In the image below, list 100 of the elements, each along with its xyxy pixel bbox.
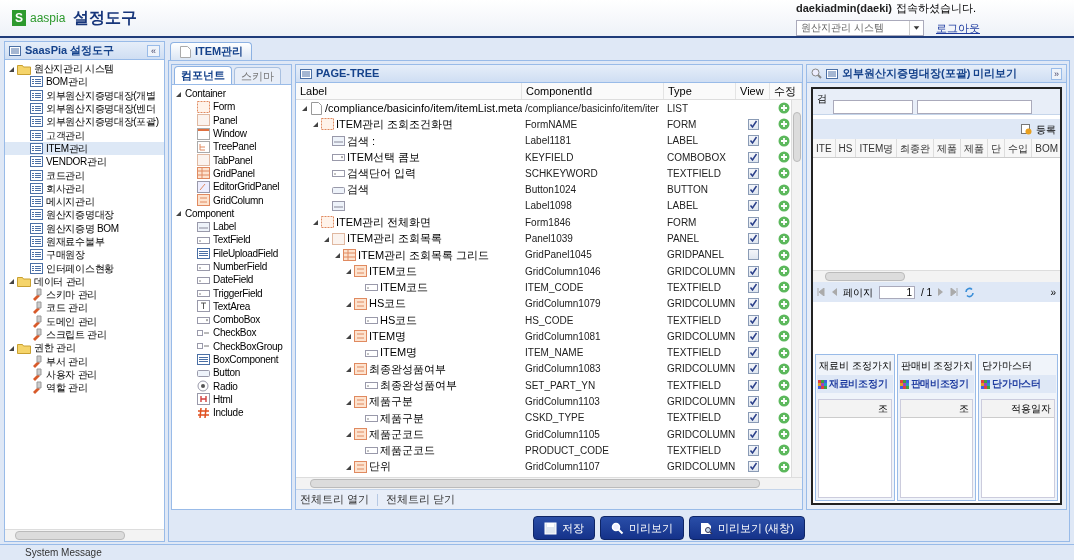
tree-node-label[interactable]: ITEM명: [369, 328, 407, 345]
tree-item[interactable]: TabPanel: [212, 153, 254, 167]
tree-item[interactable]: FileUploadField: [212, 246, 279, 260]
tree-node-label[interactable]: HS코드: [369, 295, 407, 312]
checkbox[interactable]: [747, 396, 759, 407]
tree-item[interactable]: 구매원장: [45, 248, 86, 262]
tree-item[interactable]: Radio: [212, 379, 239, 393]
column-header[interactable]: ITE: [813, 139, 836, 157]
checkbox[interactable]: [747, 347, 759, 359]
tree-item[interactable]: Panel: [212, 113, 239, 127]
tree-item[interactable]: GridPanel: [212, 166, 256, 180]
tree-item[interactable]: 원산지증명 BOM: [45, 221, 120, 235]
tree-item[interactable]: 스크립트 관리: [45, 328, 108, 342]
tree-node-label[interactable]: ITEM관리 전체화면: [336, 214, 432, 231]
tab[interactable]: ITEM관리: [170, 42, 253, 60]
horizontal-scrollbar[interactable]: [813, 270, 1060, 282]
action-button[interactable]: 미리보기: [599, 516, 684, 540]
tree-item[interactable]: Window: [212, 127, 248, 141]
expanded-arrow-icon[interactable]: [311, 218, 319, 227]
tree-item[interactable]: 원산지증명대장: [45, 208, 115, 222]
checkbox[interactable]: [747, 428, 759, 440]
checkbox[interactable]: [747, 314, 759, 326]
checkbox[interactable]: [747, 412, 759, 424]
tree-item[interactable]: NumberField: [212, 260, 268, 273]
tree-item[interactable]: 역할 관리: [45, 381, 89, 395]
tree-item[interactable]: BOM관리: [45, 75, 89, 89]
expanded-arrow-icon[interactable]: [300, 104, 308, 113]
column-header[interactable]: 수입: [1005, 139, 1033, 157]
tree-item[interactable]: Label: [212, 220, 237, 234]
more-label[interactable]: »: [1050, 284, 1056, 300]
expanded-arrow-icon[interactable]: [7, 277, 15, 286]
checkbox[interactable]: [747, 184, 759, 196]
checkbox[interactable]: [747, 249, 759, 261]
expanded-arrow-icon[interactable]: [344, 332, 352, 341]
tree-node-label[interactable]: 제품군코드: [369, 425, 424, 443]
tree-node-label[interactable]: /compliance/basicinfo/item/itemList.meta: [325, 100, 522, 117]
checkbox[interactable]: [747, 216, 759, 228]
expanded-arrow-icon[interactable]: [311, 120, 319, 129]
checkbox[interactable]: [747, 363, 759, 375]
tree-node-label[interactable]: ITEM관리 조회목록 그리드: [358, 246, 490, 264]
tree-item[interactable]: TextField: [212, 233, 252, 247]
tree-item[interactable]: 외부원산지증명대장(벤더: [45, 102, 157, 116]
column-header[interactable]: BOM: [1032, 139, 1060, 157]
tab[interactable]: 컴포넌트: [174, 66, 232, 84]
tree-item[interactable]: ComboBox: [212, 313, 262, 327]
vertical-scrollbar[interactable]: [791, 100, 802, 477]
tree-item[interactable]: 코드관리: [45, 168, 86, 182]
checkbox[interactable]: [747, 461, 759, 473]
checkbox[interactable]: [747, 135, 759, 147]
tree-item[interactable]: TreePanel: [212, 140, 258, 154]
checkbox[interactable]: [747, 379, 759, 391]
tree-item[interactable]: 회사관리: [45, 181, 86, 195]
column-header[interactable]: 제품: [934, 139, 962, 157]
tree-node-label[interactable]: 검색단어 입력: [347, 165, 417, 182]
sub-panel-button[interactable]: 단가마스터: [980, 375, 1056, 393]
tree-item[interactable]: Button: [212, 366, 242, 380]
checkbox[interactable]: [747, 151, 759, 163]
tree-item[interactable]: 부서 관리: [45, 354, 89, 368]
logout-link[interactable]: 로그아웃: [936, 19, 980, 36]
tree-item[interactable]: Html: [212, 392, 234, 406]
expanded-arrow-icon[interactable]: [344, 267, 352, 276]
search-input[interactable]: [917, 99, 1032, 114]
tree-item[interactable]: 외부원산지증명대장(개별: [45, 88, 157, 102]
tree-node-label[interactable]: 제품군코드: [380, 442, 435, 459]
tree-item[interactable]: 스키마 관리: [45, 288, 98, 302]
tree-node-label[interactable]: ITEM관리 조회조건화면: [336, 116, 454, 133]
sub-panel-button[interactable]: 재료비조정기: [817, 375, 893, 393]
checkbox[interactable]: [747, 330, 759, 342]
tree-item[interactable]: 사용자 관리: [45, 367, 98, 381]
expanded-arrow-icon[interactable]: [174, 209, 182, 218]
system-select[interactable]: 원산지관리 시스템: [796, 19, 924, 36]
column-header[interactable]: Type: [664, 83, 736, 99]
tree-item[interactable]: 권한 관리: [33, 341, 77, 355]
tree-node-label[interactable]: 제품구분: [380, 409, 424, 427]
tree-node-label[interactable]: HS코드: [380, 311, 418, 329]
checkbox[interactable]: [747, 167, 759, 179]
tree-action-link[interactable]: 전체트리 열기: [300, 491, 370, 508]
column-header[interactable]: ITEM명: [856, 139, 898, 157]
column-header[interactable]: 제품: [961, 139, 989, 157]
tree-node-label[interactable]: 검색 :: [347, 132, 376, 149]
tree-node-label[interactable]: ITEM코드: [369, 262, 418, 280]
column-header[interactable]: 조: [819, 400, 891, 418]
tree-item[interactable]: 도메인 관리: [45, 314, 98, 328]
tree-node-label[interactable]: 최종완성품여부: [369, 360, 446, 378]
checkbox[interactable]: [747, 281, 759, 293]
tree-action-link[interactable]: 전체트리 닫기: [386, 491, 456, 508]
tree-item[interactable]: BoxComponent: [212, 353, 280, 367]
tree-item[interactable]: VENDOR관리: [45, 155, 108, 169]
tree-node-label[interactable]: ITEM코드: [380, 279, 429, 296]
collapse-button[interactable]: «: [147, 44, 160, 57]
column-header[interactable]: 수정: [770, 83, 802, 99]
column-header[interactable]: HS: [835, 139, 857, 157]
checkbox[interactable]: [747, 298, 759, 310]
tree-item[interactable]: GridColumn: [212, 193, 265, 207]
expanded-arrow-icon[interactable]: [344, 430, 352, 439]
tree-node-label[interactable]: ITEM선택 콤보: [347, 148, 421, 166]
tree-item[interactable]: TextArea: [212, 299, 252, 313]
horizontal-scrollbar[interactable]: [5, 529, 164, 541]
column-header[interactable]: 적용일자: [982, 400, 1054, 418]
column-header[interactable]: 조: [900, 400, 973, 418]
